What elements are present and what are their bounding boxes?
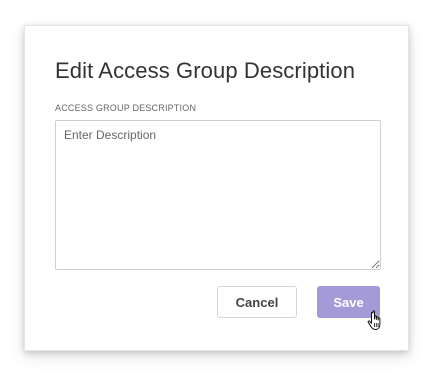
description-textarea[interactable] — [55, 120, 381, 270]
description-field-label: ACCESS GROUP DESCRIPTION — [55, 103, 197, 113]
edit-access-group-dialog: Edit Access Group Description ACCESS GRO… — [24, 25, 409, 351]
dialog-title: Edit Access Group Description — [55, 58, 356, 83]
hand-pointer-icon — [367, 310, 381, 330]
cancel-button[interactable]: Cancel — [217, 286, 297, 318]
